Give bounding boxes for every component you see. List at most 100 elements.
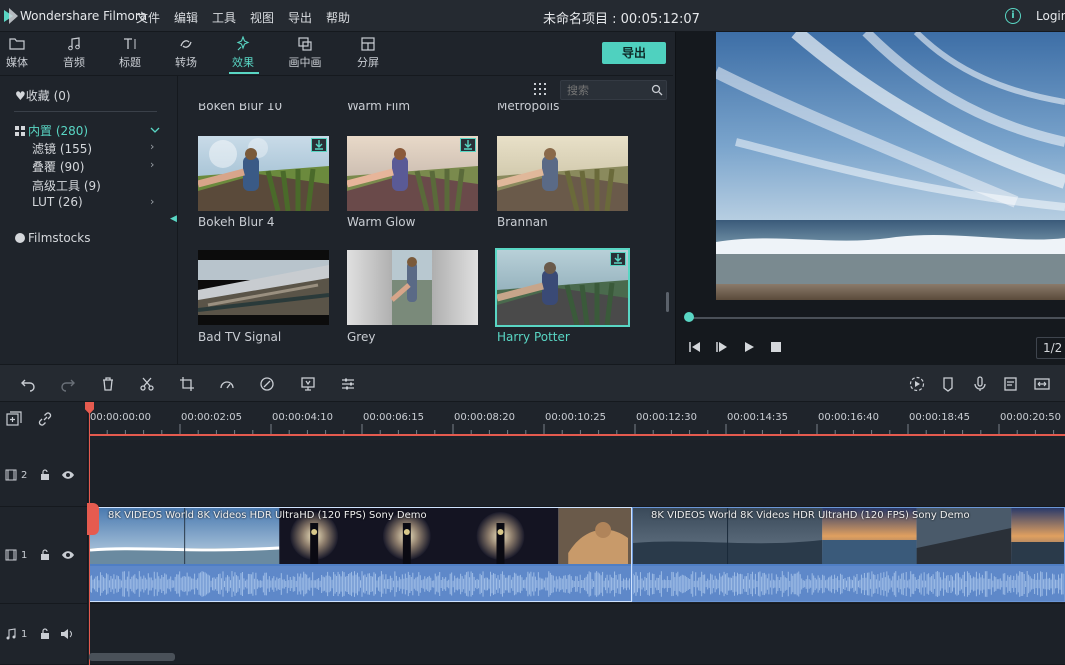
tab-media[interactable]: 媒体 [0,36,37,72]
download-icon[interactable] [460,138,476,152]
lock-icon[interactable] [40,628,50,640]
link-icon[interactable] [37,411,53,427]
grid-squares-icon [15,126,25,136]
effect-thumbnail-bokeh-blur-4[interactable] [198,136,329,211]
app-name: Wondershare Filmora [20,9,148,23]
play-reverse-icon[interactable] [715,340,729,354]
menu-edit[interactable]: 编辑 [174,9,198,26]
filmora-window: Wondershare Filmora 文件 编辑 工具 视图 导出 帮助 未命… [0,0,1065,665]
sidebar-item-label: Filmstocks [28,231,91,245]
ruler-tick-label: 00:00:04:10 [272,412,334,423]
search-box[interactable] [560,80,667,100]
lock-icon[interactable] [40,549,50,561]
track-video-2[interactable] [89,440,1065,507]
chevron-right-icon[interactable]: › [150,195,154,208]
undo-icon[interactable] [20,376,36,392]
menu-view[interactable]: 视图 [250,9,274,26]
speaker-icon[interactable] [60,629,74,639]
music-note-icon [68,37,80,51]
playhead-line[interactable] [89,402,90,665]
playback-scrubber-handle[interactable] [684,312,694,322]
adjust-sliders-icon[interactable] [340,376,356,392]
effects-scrollbar[interactable] [666,292,669,312]
download-icon[interactable] [610,252,626,266]
sidebar-item-lut[interactable]: LUT (26) [32,195,83,209]
effect-thumbnail-warm-glow[interactable] [347,136,478,211]
vineyard-image [497,136,628,211]
redo-icon[interactable] [60,376,76,392]
effects-sparkle-icon [236,36,250,51]
marker-icon[interactable] [940,376,956,392]
microphone-icon[interactable] [972,376,988,392]
ruler-tick-label: 00:00:18:45 [909,412,971,423]
track-header-audio-1: 1 [0,604,88,665]
split-screen-icon [361,37,375,51]
video-track-icon [5,469,17,481]
sidebar-item-label: 收藏 (0) [25,89,71,103]
chevron-right-icon[interactable]: › [150,140,154,153]
effect-thumbnail-grey[interactable] [347,250,478,325]
tab-titles[interactable]: 标题 [110,36,150,72]
tab-split-screen[interactable]: 分屏 [348,36,388,72]
tab-audio[interactable]: 音频 [54,36,94,72]
sidebar-item-overlays[interactable]: 叠覆 (90) [32,158,84,175]
grid-view-icon[interactable] [533,82,547,96]
chevron-right-icon[interactable]: › [150,158,154,171]
video-clip[interactable]: 8K VIDEOS World 8K Videos HDR UltraHD (1… [632,507,1065,602]
collapse-sidebar-icon[interactable]: ◀ [170,214,177,224]
tab-pip[interactable]: 画中画 [285,36,325,72]
playback-progress-bar[interactable] [688,317,1065,319]
zoom-fit-icon[interactable] [1034,376,1050,392]
sidebar-item-builtin[interactable]: 内置 (280) [15,122,88,139]
video-clip[interactable]: 8K VIDEOS World 8K Videos HDR UltraHD (1… [89,507,632,602]
vineyard-image [198,136,329,211]
cut-scissors-icon[interactable] [139,376,155,392]
preview-video-frame [716,32,1065,300]
effect-label: Metropolis [497,103,560,112]
color-correction-icon[interactable] [259,376,275,392]
eye-visibility-icon[interactable] [61,550,75,560]
effect-thumbnail-bad-tv-signal[interactable] [198,250,329,325]
chevron-down-icon[interactable] [150,126,160,134]
export-button[interactable]: 导出 [602,42,666,64]
sidebar-item-filmstocks[interactable]: Filmstocks [15,231,90,245]
crop-icon[interactable] [179,376,195,392]
speed-gauge-icon[interactable] [219,376,235,392]
ruler-tick-label: 00:00:02:05 [181,412,243,423]
login-link[interactable]: Login [1036,9,1065,23]
effect-thumbnail-harry-potter[interactable] [495,248,630,327]
eye-visibility-icon[interactable] [61,470,75,480]
previous-frame-icon[interactable] [688,340,702,354]
search-icon[interactable] [651,84,663,96]
effect-thumbnail-brannan[interactable] [497,136,628,211]
timeline-horizontal-scrollbar[interactable] [89,653,175,661]
menu-tools[interactable]: 工具 [212,9,236,26]
sidebar-item-advanced[interactable]: 高级工具 (9) [32,177,101,194]
add-track-icon[interactable] [6,411,22,427]
preview-quality-dropdown[interactable]: 1/2 [1036,337,1065,359]
menu-file[interactable]: 文件 [136,9,160,26]
sidebar-item-filters[interactable]: 滤镜 (155) [32,140,92,157]
delete-icon[interactable] [100,376,116,392]
info-icon[interactable]: i [1005,8,1021,24]
audio-waveform [90,566,631,601]
render-preview-icon[interactable] [909,376,925,392]
clip-title: 8K VIDEOS World 8K Videos HDR UltraHD (1… [108,510,427,521]
tab-effects[interactable]: 效果 [223,36,263,72]
tab-transitions[interactable]: 转场 [166,36,206,72]
lock-icon[interactable] [40,469,50,481]
green-screen-icon[interactable] [300,376,316,392]
menu-help[interactable]: 帮助 [326,9,350,26]
play-icon[interactable] [742,340,756,354]
search-input[interactable] [561,81,646,99]
effect-label: Grey [347,330,376,344]
menu-export[interactable]: 导出 [288,9,312,26]
voiceover-list-icon[interactable] [1003,376,1019,392]
download-icon[interactable] [311,138,327,152]
track-header-video-2: 2 [0,440,88,507]
ruler-tick-label: 00:00:10:25 [545,412,607,423]
stop-icon[interactable] [769,340,783,354]
sidebar-item-favorites[interactable]: ♥收藏 (0) [15,87,71,104]
track-audio-1[interactable] [89,604,1065,665]
ruler-tick-label: 00:00:06:15 [363,412,425,423]
